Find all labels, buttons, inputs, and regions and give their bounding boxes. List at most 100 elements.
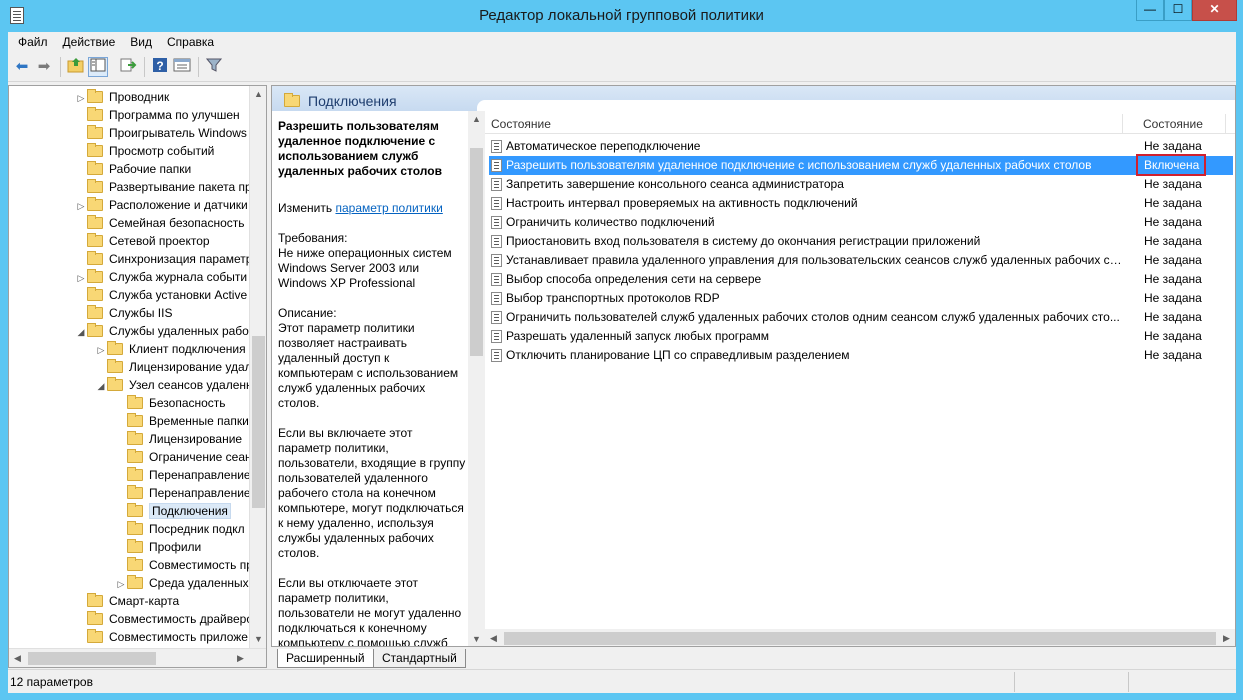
tree-item[interactable]: Посредник подкл	[115, 520, 245, 538]
menu-view[interactable]: Вид	[120, 32, 157, 49]
tree-item[interactable]: Просмотр событий	[75, 142, 214, 160]
tree-item[interactable]: Профили	[115, 538, 201, 556]
scroll-down-icon[interactable]: ▼	[250, 631, 266, 648]
title-bar[interactable]: Редактор локальной групповой политики — …	[0, 0, 1243, 32]
list-row[interactable]: Выбор транспортных протоколов RDP Не зада…	[489, 289, 1233, 308]
list-row[interactable]: Автоматическое переподключение Не задана	[489, 137, 1233, 156]
tree-item[interactable]: ▷ Проводник	[75, 88, 169, 106]
tree-item[interactable]: Служба установки Active	[75, 286, 247, 304]
tree-hscroll-thumb[interactable]	[28, 652, 156, 665]
tree-item[interactable]: Перенаправление	[115, 484, 251, 502]
minimize-button[interactable]: —	[1136, 0, 1164, 21]
tree-item[interactable]: Лицензирование удал	[95, 358, 252, 376]
up-folder-icon[interactable]	[66, 57, 86, 77]
menu-bar: Файл Действие Вид Справка	[8, 32, 1236, 52]
description-scrollbar[interactable]: ▲ ▼	[468, 111, 485, 646]
folder-icon	[127, 395, 143, 409]
forward-arrow-icon[interactable]: ➡	[34, 57, 54, 77]
tree-item[interactable]: ▷ Служба журнала событи	[75, 268, 247, 286]
tab-standard[interactable]: Стандартный	[373, 649, 466, 668]
scroll-up-icon[interactable]: ▲	[250, 86, 266, 103]
column-header-name[interactable]: Состояние	[491, 117, 551, 131]
tree-item[interactable]: Сетевой проектор	[75, 232, 210, 250]
tree-item[interactable]: Подключения	[115, 502, 231, 520]
tree-item[interactable]: Семейная безопасность	[75, 214, 245, 232]
tree-item-label: Подключения	[149, 503, 231, 519]
column-header-state[interactable]: Состояние	[1143, 117, 1203, 131]
setting-state: Не задана	[1144, 329, 1202, 343]
scroll-down-icon[interactable]: ▼	[468, 631, 485, 646]
description-scroll-thumb[interactable]	[470, 148, 483, 356]
collapse-arrow-icon[interactable]: ◢	[95, 377, 107, 395]
folder-icon	[87, 629, 103, 643]
list-row[interactable]: Ограничить пользователей служб удаленных…	[489, 308, 1233, 327]
back-arrow-icon[interactable]: ⬅	[12, 57, 32, 77]
menu-action[interactable]: Действие	[53, 32, 121, 49]
scroll-up-icon[interactable]: ▲	[468, 111, 485, 128]
list-row[interactable]: Ограничить количество подключений Не зада…	[489, 213, 1233, 232]
expand-arrow-icon[interactable]: ▷	[95, 341, 107, 359]
tree-vertical-scrollbar[interactable]: ▲ ▼	[249, 86, 266, 648]
setting-state: Не задана	[1144, 272, 1202, 286]
list-row[interactable]: Устанавливает правила удаленного управле…	[489, 251, 1233, 270]
tree-item[interactable]: Совместимость драйверо	[75, 610, 253, 628]
setting-name: Выбор транспортных протоколов RDP	[506, 291, 720, 305]
tree-item[interactable]: Развертывание пакета пр	[75, 178, 252, 196]
list-row[interactable]: Выбор способа определения сети на сервер…	[489, 270, 1233, 289]
expand-arrow-icon[interactable]: ▷	[115, 575, 127, 593]
tree-item[interactable]: Безопасность	[115, 394, 226, 412]
tree-item-label: Среда удаленных с	[149, 576, 258, 590]
tab-extended[interactable]: Расширенный	[277, 649, 374, 668]
list-row[interactable]: Разрешить пользователям удаленное подклю…	[489, 154, 1233, 176]
list-hscroll-thumb[interactable]	[504, 632, 1216, 645]
tree-item[interactable]: Синхронизация параметр	[75, 250, 252, 268]
list-horizontal-scrollbar[interactable]: ◀ ▶	[485, 629, 1235, 646]
tree-item[interactable]: ◢ Службы удаленных рабо	[75, 322, 249, 340]
tree-scroll-thumb[interactable]	[252, 336, 265, 508]
tree-item[interactable]: ▷ Среда удаленных с	[115, 574, 258, 592]
folder-icon	[127, 557, 143, 571]
folder-icon	[87, 269, 103, 283]
menu-help[interactable]: Справка	[157, 32, 219, 49]
menu-file[interactable]: Файл	[8, 32, 53, 49]
scroll-right-icon[interactable]: ▶	[1218, 629, 1235, 646]
tree-item[interactable]: ◢ Узел сеансов удаленн	[95, 376, 253, 394]
tree-item-label: Проигрыватель Windows	[109, 126, 247, 140]
properties-icon[interactable]	[172, 57, 192, 77]
edit-policy-link[interactable]: параметр политики	[335, 201, 442, 215]
expand-arrow-icon[interactable]: ▷	[75, 269, 87, 287]
maximize-button[interactable]: ☐	[1164, 0, 1192, 21]
list-row[interactable]: Настроить интервал проверяемых на активн…	[489, 194, 1233, 213]
tree-item[interactable]: Временные папки	[115, 412, 249, 430]
tree-item[interactable]: Службы IIS	[75, 304, 172, 322]
close-button[interactable]: ✕	[1192, 0, 1237, 21]
expand-arrow-icon[interactable]: ▷	[75, 197, 87, 215]
tree-item[interactable]: Перенаправление	[115, 466, 251, 484]
tree-item[interactable]: ▷ Клиент подключения	[95, 340, 246, 358]
tree-item[interactable]: Совместимость приложе	[75, 628, 248, 646]
scroll-left-icon[interactable]: ◀	[485, 629, 502, 646]
tree-item[interactable]: Программа по улучшен	[75, 106, 240, 124]
tree-item[interactable]: Проигрыватель Windows	[75, 124, 247, 142]
tree-item[interactable]: Рабочие папки	[75, 160, 191, 178]
setting-state: Не задана	[1144, 310, 1202, 324]
export-list-icon[interactable]	[118, 57, 138, 77]
tree-horizontal-scrollbar[interactable]: ◀ ▶	[9, 648, 266, 667]
tree-item[interactable]: Ограничение сеан	[115, 448, 252, 466]
list-row[interactable]: Отключить планирование ЦП со справедливы…	[489, 346, 1233, 365]
setting-state: Не задана	[1144, 234, 1202, 248]
list-row[interactable]: Запретить завершение консольного сеанса …	[489, 175, 1233, 194]
tree-item[interactable]: Смарт-карта	[75, 592, 179, 610]
tree-item[interactable]: Совместимость пр	[115, 556, 253, 574]
scroll-right-icon[interactable]: ▶	[232, 649, 249, 667]
list-row[interactable]: Приостановить вход пользователя в систем…	[489, 232, 1233, 251]
scroll-left-icon[interactable]: ◀	[9, 649, 26, 667]
collapse-arrow-icon[interactable]: ◢	[75, 323, 87, 341]
show-hide-tree-icon[interactable]	[88, 57, 108, 77]
help-icon[interactable]: ?	[150, 57, 170, 77]
tree-item[interactable]: ▷ Расположение и датчики	[75, 196, 248, 214]
tree-item[interactable]: Лицензирование	[115, 430, 242, 448]
expand-arrow-icon[interactable]: ▷	[75, 89, 87, 107]
filter-icon[interactable]	[204, 57, 224, 77]
list-row[interactable]: Разрешать удаленный запуск любых програм…	[489, 327, 1233, 346]
